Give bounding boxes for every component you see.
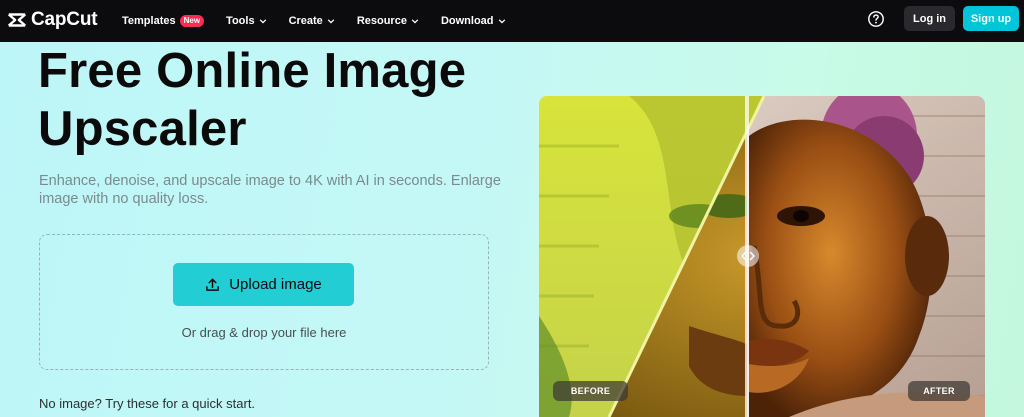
nav-menu: Templates New Tools Create Resource Down…	[122, 0, 528, 42]
page-subtitle: Enhance, denoise, and upscale image to 4…	[39, 173, 501, 207]
before-label: BEFORE	[553, 381, 628, 401]
chevron-down-icon	[498, 19, 505, 24]
nav-item-label: Create	[288, 15, 323, 27]
nav-item-label: Download	[440, 15, 494, 27]
nav-item-label: Resource	[356, 15, 407, 27]
signup-button[interactable]: Sign up	[963, 6, 1019, 31]
chevron-down-icon	[327, 19, 335, 24]
new-badge: New	[179, 15, 205, 27]
nav-item-resource[interactable]: Resource	[357, 15, 419, 27]
page-title: Free Online Image Upscaler	[38, 44, 467, 156]
nav-item-label: Templates	[122, 15, 176, 27]
upload-image-button[interactable]: Upload image	[173, 263, 354, 306]
nav-item-create[interactable]: Create	[289, 15, 335, 27]
drop-hint: Or drag & drop your file here	[181, 325, 347, 340]
chevron-down-icon	[259, 19, 266, 24]
portrait-photo	[539, 96, 985, 417]
login-button[interactable]: Log in	[904, 6, 955, 31]
quick-start-text: No image? Try these for a quick start.	[39, 396, 256, 411]
nav-item-tools[interactable]: Tools	[226, 15, 267, 27]
chevron-down-icon	[411, 19, 419, 24]
upload-icon	[206, 278, 220, 291]
after-label: AFTER	[908, 381, 970, 401]
top-navbar: CapCut Templates New Tools Create Resour…	[0, 0, 1024, 42]
nav-item-download[interactable]: Download	[441, 15, 506, 27]
upload-button-label: Upload image	[229, 276, 322, 293]
capcut-logo[interactable]: CapCut	[6, 9, 98, 31]
nav-item-templates[interactable]: Templates New	[122, 15, 205, 27]
comparison-slider-handle[interactable]	[737, 245, 759, 267]
before-after-comparison[interactable]: BEFORE AFTER	[539, 96, 985, 417]
drag-arrows-icon	[741, 251, 755, 261]
nav-item-label: Tools	[226, 15, 255, 27]
upload-dropzone[interactable]: Upload image Or drag & drop your file he…	[39, 234, 489, 370]
capcut-logo-icon	[7, 13, 27, 27]
brand-name: CapCut	[31, 9, 98, 30]
question-circle-icon[interactable]	[867, 10, 885, 28]
